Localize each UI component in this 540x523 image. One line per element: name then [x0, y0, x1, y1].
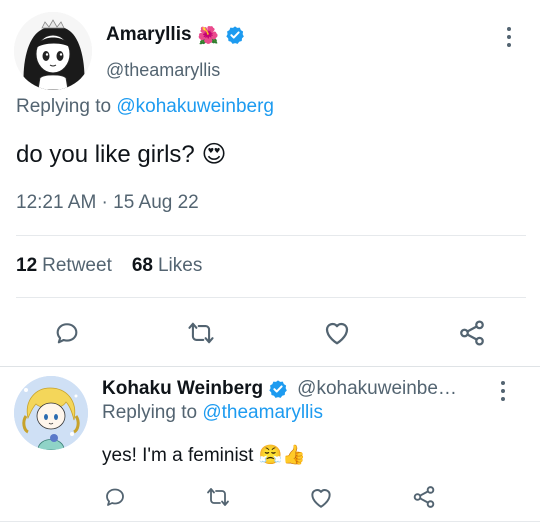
- amaryllis-avatar-image: [14, 12, 92, 90]
- main-reply-to-link[interactable]: @kohakuweinberg: [116, 96, 274, 117]
- amaryllis-avatar[interactable]: [14, 12, 92, 90]
- reply-author-name[interactable]: Kohaku Weinberg: [102, 378, 263, 400]
- reply-tweet-text: yes! I'm a feminist: [102, 445, 254, 466]
- retweet-count: 12: [16, 255, 38, 276]
- main-timestamp[interactable]: 12:21 AM · 15 Aug 22: [16, 192, 199, 214]
- stats-row: 12 Retweet 68 Likes: [16, 255, 202, 277]
- more-icon[interactable]: [505, 26, 513, 48]
- verified-badge-icon: [225, 25, 245, 45]
- retweet-stat[interactable]: 12 Retweet: [16, 255, 112, 277]
- reply-author-row: Kohaku Weinberg @kohakuweinbe…: [102, 378, 457, 400]
- divider: [16, 297, 526, 298]
- retweet-icon[interactable]: [205, 485, 231, 509]
- divider: [0, 366, 540, 367]
- share-icon[interactable]: [411, 484, 437, 510]
- reply-tweet-text-line: yes! I'm a feminist 😤👍: [102, 443, 306, 467]
- main-author-handle[interactable]: @theamaryllis: [106, 60, 220, 81]
- kohaku-avatar[interactable]: [14, 376, 88, 450]
- reply-emojis: 😤👍: [258, 445, 307, 466]
- kohaku-avatar-image: [14, 376, 88, 450]
- main-author-name[interactable]: Amaryllis: [106, 24, 192, 46]
- likes-stat[interactable]: 68 Likes: [132, 255, 203, 277]
- more-icon[interactable]: [499, 380, 507, 402]
- verified-badge-icon: [268, 379, 288, 399]
- hibiscus-emoji: 🌺: [197, 25, 219, 45]
- like-icon[interactable]: [308, 485, 334, 509]
- divider: [0, 521, 540, 522]
- like-icon[interactable]: [322, 318, 352, 346]
- reply-reply-prefix: Replying to: [102, 402, 198, 423]
- share-icon[interactable]: [457, 318, 487, 348]
- main-tweet-text: do you like girls?: [16, 141, 195, 168]
- main-replying-line: Replying to @kohakuweinberg: [16, 96, 274, 118]
- divider: [16, 235, 526, 236]
- main-reply-prefix: Replying to: [16, 96, 112, 117]
- retweet-label: Retweet: [42, 255, 112, 276]
- main-author-row: Amaryllis 🌺: [106, 24, 245, 46]
- likes-label: Likes: [157, 255, 203, 276]
- reply-icon[interactable]: [53, 319, 81, 347]
- reply-author-handle[interactable]: @kohakuweinbe…: [297, 378, 457, 400]
- reply-icon[interactable]: [103, 485, 127, 509]
- likes-count: 68: [131, 255, 153, 276]
- reply-replying-line: Replying to @theamaryllis: [102, 402, 323, 424]
- retweet-icon[interactable]: [186, 319, 216, 347]
- reply-reply-to-link[interactable]: @theamaryllis: [202, 402, 323, 423]
- heart-eyes-emoji: 😍: [201, 141, 227, 168]
- main-tweet-text-line: do you like girls? 😍: [16, 140, 226, 169]
